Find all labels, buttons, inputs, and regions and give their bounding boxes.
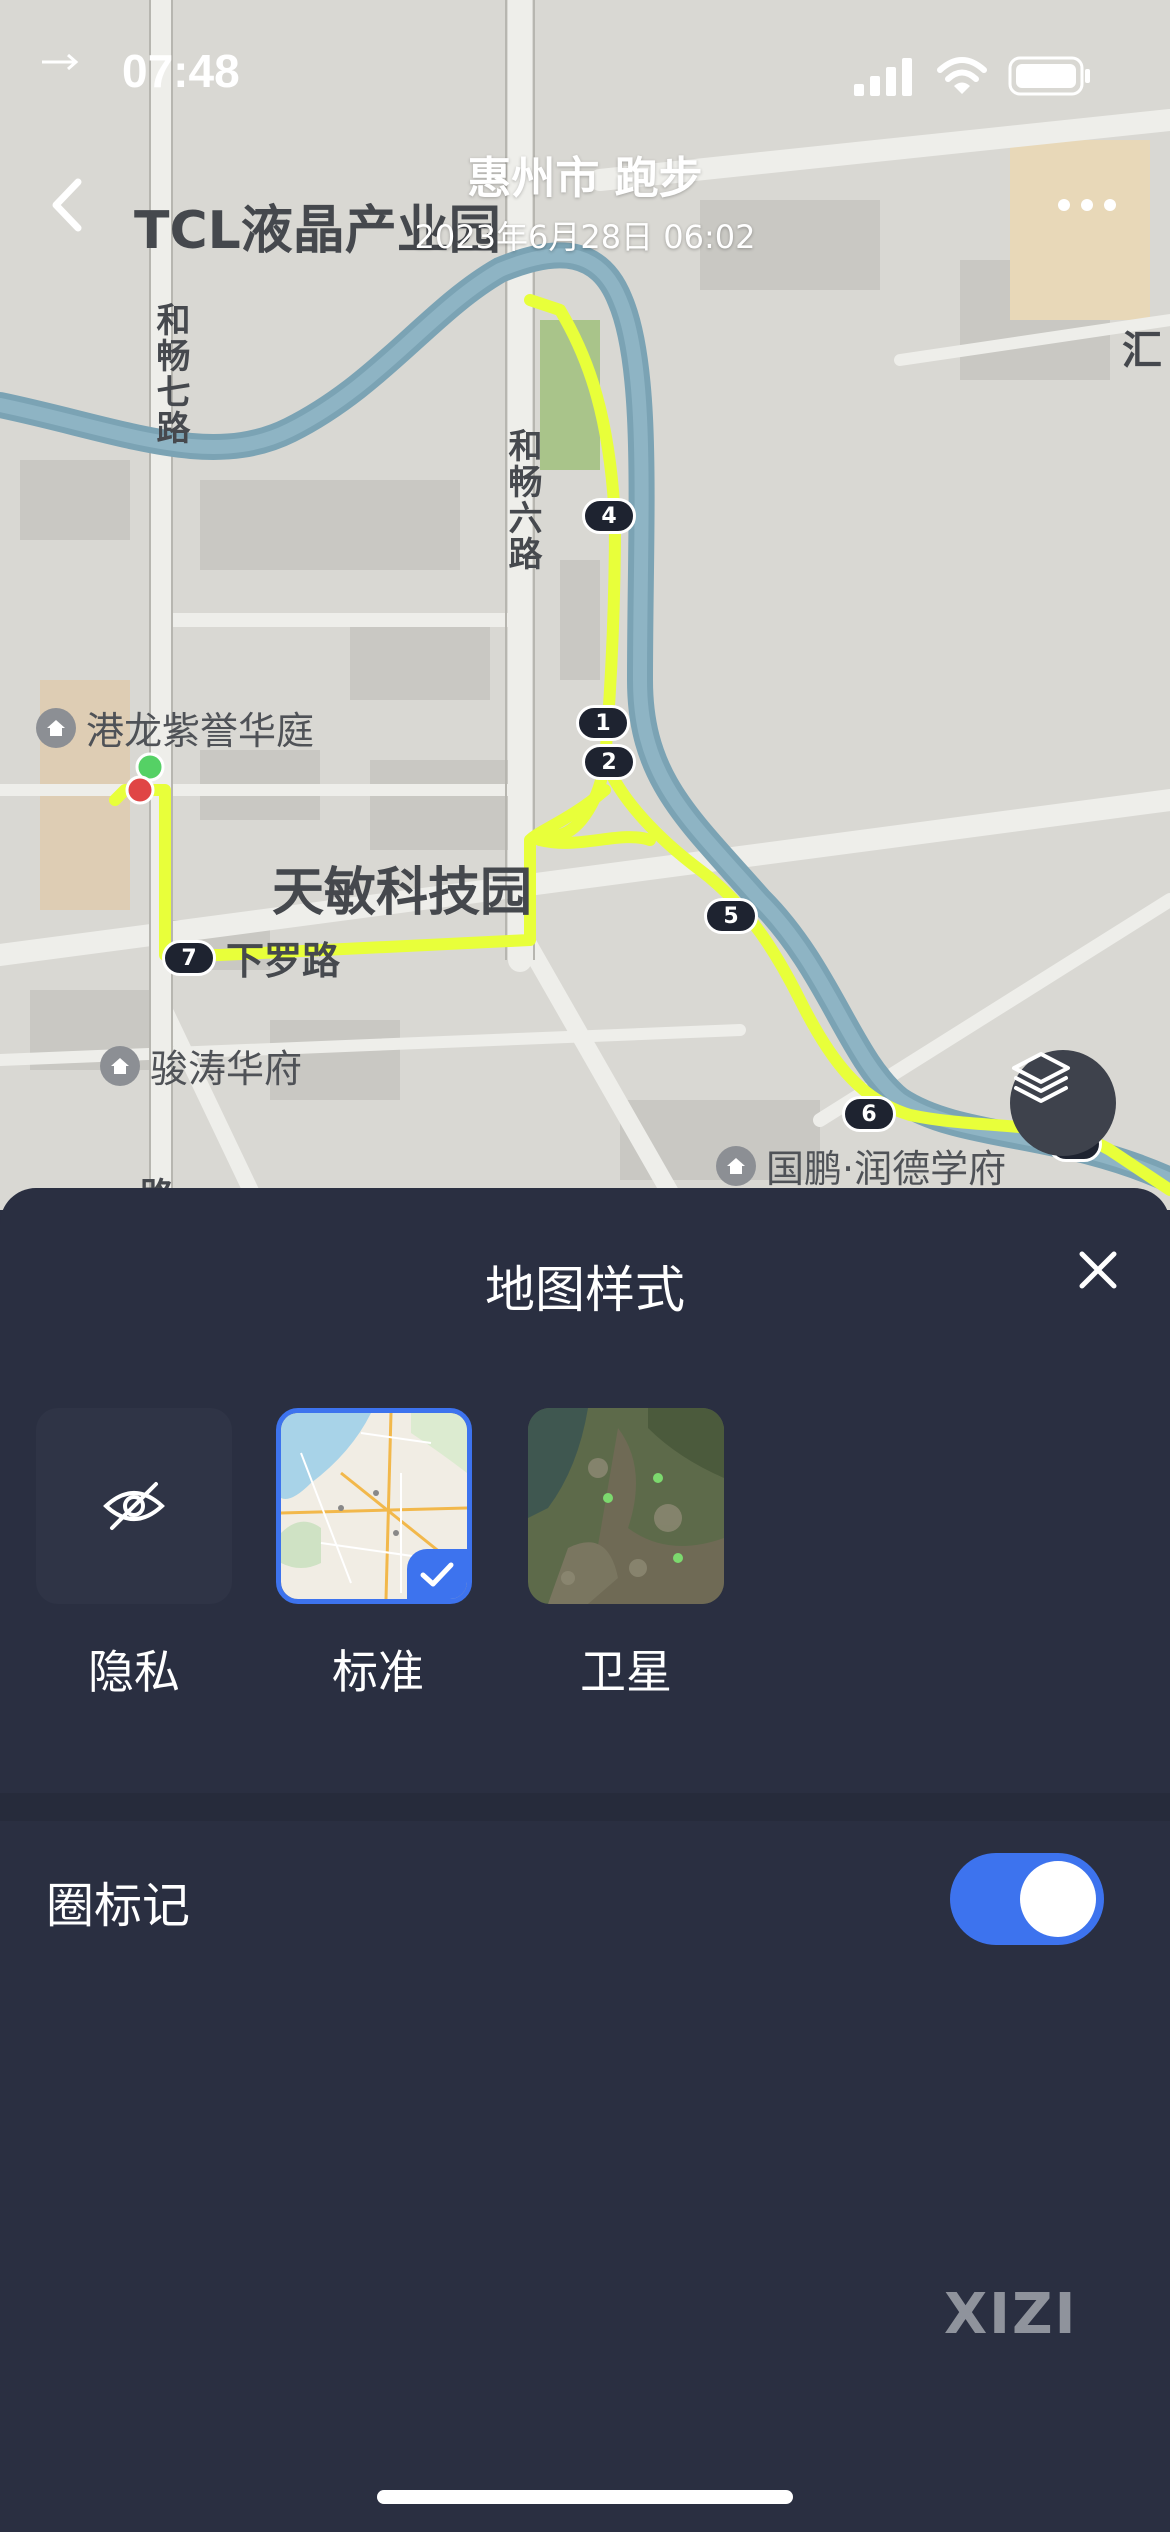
style-option-privacy[interactable] [36, 1408, 232, 1604]
km-marker-1: 1 [576, 705, 630, 741]
map-label-road-6: 和畅六路 [502, 428, 542, 572]
status-bar: 07:48 [0, 0, 1170, 150]
poi-juntao[interactable]: 骏涛华府 [100, 1038, 302, 1093]
status-time: 07:48 [122, 45, 240, 97]
km-marker-5: 5 [704, 898, 758, 934]
watermark: XIZI [944, 2282, 1078, 2347]
more-button[interactable] [1052, 190, 1122, 220]
toggle-knob [1020, 1861, 1096, 1937]
map-label-tech-park: 天敏科技园 [272, 863, 533, 923]
map-label-edge-top: 汇 [1122, 328, 1162, 374]
style-label-privacy: 隐私 [88, 1645, 180, 1699]
km-marker-2: 2 [582, 744, 636, 780]
map-label-road-bottom: 下罗路 [226, 939, 341, 983]
sheet-title: 地图样式 [485, 1261, 685, 1319]
km-marker-4: 4 [582, 498, 636, 534]
home-icon [100, 1045, 140, 1086]
eye-off-icon [103, 1482, 165, 1530]
map-label-road-7: 和畅七路 [150, 302, 190, 446]
checkmark-icon [420, 1562, 454, 1587]
style-option-satellite[interactable] [528, 1408, 724, 1604]
layers-icon [1012, 1052, 1070, 1103]
style-label-satellite: 卫星 [580, 1645, 672, 1699]
poi-label: 港龙紫誉华庭 [86, 709, 315, 753]
page-title: 惠州市 跑步 [467, 153, 703, 204]
location-arrow-icon [42, 53, 79, 71]
poi-guopeng[interactable]: 国鹏·润德学府 [716, 1138, 1006, 1193]
lap-marker-toggle[interactable] [950, 1853, 1104, 1945]
lap-marker-label: 圈标记 [46, 1878, 191, 1934]
km-marker-6: 6 [842, 1096, 896, 1132]
more-dots-icon [1058, 199, 1116, 211]
home-icon [716, 1145, 756, 1186]
cellular-signal-icon [854, 58, 912, 96]
battery-icon [1008, 56, 1090, 96]
style-option-standard[interactable] [276, 1408, 472, 1604]
close-icon [1079, 1251, 1117, 1289]
wifi-icon [937, 57, 987, 94]
style-label-standard: 标准 [332, 1645, 424, 1699]
home-indicator[interactable] [377, 2490, 793, 2504]
selected-check-badge [407, 1549, 467, 1599]
section-divider [0, 1793, 1170, 1821]
close-button[interactable] [1068, 1240, 1128, 1300]
poi-label: 骏涛华府 [150, 1047, 303, 1091]
poi-gangLong[interactable]: 港龙紫誉华庭 [36, 700, 314, 755]
page-subtitle: 2023年6月28日 06:02 [414, 218, 756, 256]
km-marker-7: 7 [162, 940, 216, 976]
layers-button[interactable] [1010, 1050, 1116, 1156]
poi-label: 国鹏·润德学府 [766, 1147, 1007, 1191]
satellite-map-thumbnail [528, 1408, 724, 1604]
home-icon [36, 707, 76, 748]
